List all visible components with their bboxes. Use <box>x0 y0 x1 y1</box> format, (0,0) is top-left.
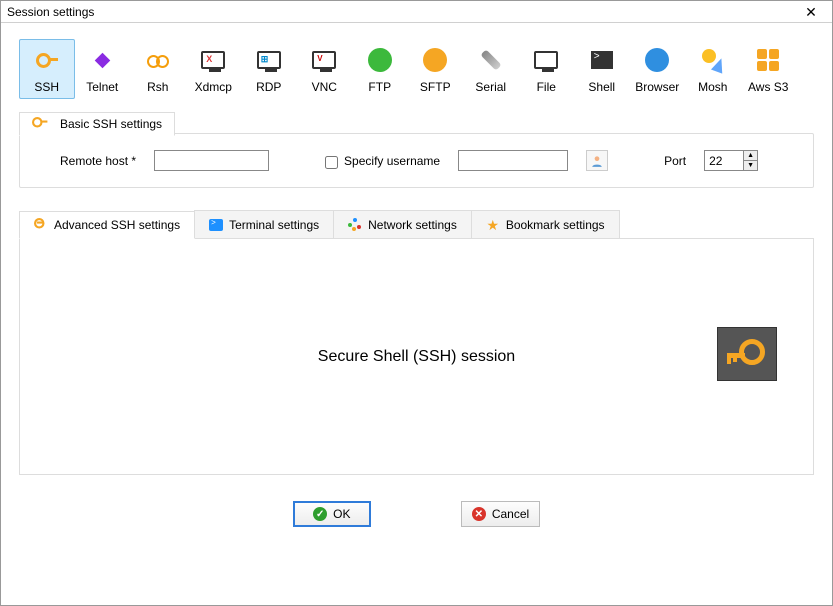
protocol-ssh[interactable]: SSH <box>19 39 75 99</box>
browser-icon <box>643 46 671 74</box>
port-spinner[interactable]: ▲▼ <box>744 150 758 171</box>
cancel-button[interactable]: ✕ Cancel <box>461 501 540 527</box>
tab-label: Terminal settings <box>229 218 319 232</box>
protocol-label: Mosh <box>686 80 740 94</box>
tab-label: Advanced SSH settings <box>54 218 180 232</box>
user-picker-button[interactable] <box>586 150 608 171</box>
protocol-serial[interactable]: Serial <box>463 39 519 99</box>
protocol-label: FTP <box>353 80 407 94</box>
session-type-icon-box <box>717 327 777 381</box>
session-description: Secure Shell (SSH) session <box>318 348 515 366</box>
protocol-shell[interactable]: Shell <box>574 39 630 99</box>
protocol-telnet[interactable]: Telnet <box>75 39 131 99</box>
protocol-rdp[interactable]: ⊞ RDP <box>241 39 297 99</box>
protocol-rsh[interactable]: Rsh <box>130 39 186 99</box>
spinner-down-icon[interactable]: ▼ <box>744 161 757 170</box>
tab-advanced-ssh[interactable]: Advanced SSH settings <box>19 211 195 239</box>
star-icon: ★ <box>486 218 500 232</box>
s3-icon <box>754 46 782 74</box>
sftp-icon <box>421 46 449 74</box>
protocol-label: Xdmcp <box>187 80 241 94</box>
protocol-mosh[interactable]: Mosh <box>685 39 741 99</box>
terminal-icon <box>209 219 223 231</box>
protocol-file[interactable]: File <box>519 39 575 99</box>
protocol-xdmcp[interactable]: X Xdmcp <box>186 39 242 99</box>
basic-ssh-tab-label: Basic SSH settings <box>60 117 162 131</box>
tab-bookmark[interactable]: ★ Bookmark settings <box>471 210 620 238</box>
key-icon <box>727 339 767 369</box>
tab-label: Bookmark settings <box>506 218 605 232</box>
tab-label: Network settings <box>368 218 457 232</box>
protocol-sftp[interactable]: SFTP <box>408 39 464 99</box>
specify-username-label: Specify username <box>344 154 440 168</box>
shell-icon <box>588 46 616 74</box>
check-icon: ✓ <box>313 507 327 521</box>
settings-tabs: Advanced SSH settings Terminal settings … <box>19 210 814 239</box>
key-icon <box>32 117 54 131</box>
basic-ssh-tab: Basic SSH settings <box>19 112 175 136</box>
protocol-label: Telnet <box>76 80 130 94</box>
rdp-icon: ⊞ <box>255 46 283 74</box>
basic-ssh-group: Basic SSH settings Remote host * Specify… <box>19 133 814 188</box>
key-icon <box>34 218 48 232</box>
ok-button[interactable]: ✓ OK <box>293 501 371 527</box>
file-icon <box>532 46 560 74</box>
telnet-icon <box>88 46 116 74</box>
protocol-label: Shell <box>575 80 629 94</box>
ftp-icon <box>366 46 394 74</box>
mosh-icon <box>699 46 727 74</box>
advanced-panel: Secure Shell (SSH) session <box>19 239 814 475</box>
window-title: Session settings <box>7 1 94 23</box>
protocol-vnc[interactable]: V VNC <box>297 39 353 99</box>
protocol-label: SFTP <box>409 80 463 94</box>
remote-host-input[interactable] <box>154 150 269 171</box>
rsh-icon <box>144 46 172 74</box>
specify-username-box[interactable] <box>325 156 338 169</box>
cross-icon: ✕ <box>472 507 486 521</box>
protocol-label: VNC <box>298 80 352 94</box>
protocol-ftp[interactable]: FTP <box>352 39 408 99</box>
tab-terminal[interactable]: Terminal settings <box>194 210 334 238</box>
protocol-label: RDP <box>242 80 296 94</box>
ok-label: OK <box>333 507 350 521</box>
key-icon <box>33 46 61 74</box>
protocol-aws-s3[interactable]: Aws S3 <box>741 39 797 99</box>
dialog-buttons: ✓ OK ✕ Cancel <box>19 501 814 527</box>
protocol-label: SSH <box>20 80 74 94</box>
cancel-label: Cancel <box>492 507 529 521</box>
spinner-up-icon[interactable]: ▲ <box>744 151 757 161</box>
protocol-browser[interactable]: Browser <box>630 39 686 99</box>
person-icon <box>590 154 604 168</box>
serial-icon <box>477 46 505 74</box>
protocol-toolbar: SSH Telnet Rsh X Xdmcp ⊞ RDP V VNC FTP S… <box>19 39 814 99</box>
tab-network[interactable]: Network settings <box>333 210 472 238</box>
username-input[interactable] <box>458 150 568 171</box>
protocol-label: File <box>520 80 574 94</box>
protocol-label: Serial <box>464 80 518 94</box>
network-icon <box>348 218 362 232</box>
title-bar: Session settings ✕ <box>1 1 832 23</box>
port-label: Port <box>664 154 686 168</box>
remote-host-label: Remote host * <box>60 154 136 168</box>
dialog-content: SSH Telnet Rsh X Xdmcp ⊞ RDP V VNC FTP S… <box>1 23 832 541</box>
protocol-label: Rsh <box>131 80 185 94</box>
xdmcp-icon: X <box>199 46 227 74</box>
protocol-label: Browser <box>631 80 685 94</box>
specify-username-checkbox[interactable]: Specify username <box>325 154 440 168</box>
protocol-label: Aws S3 <box>742 80 796 94</box>
vnc-icon: V <box>310 46 338 74</box>
close-icon[interactable]: ✕ <box>796 1 826 23</box>
port-input[interactable] <box>704 150 744 171</box>
